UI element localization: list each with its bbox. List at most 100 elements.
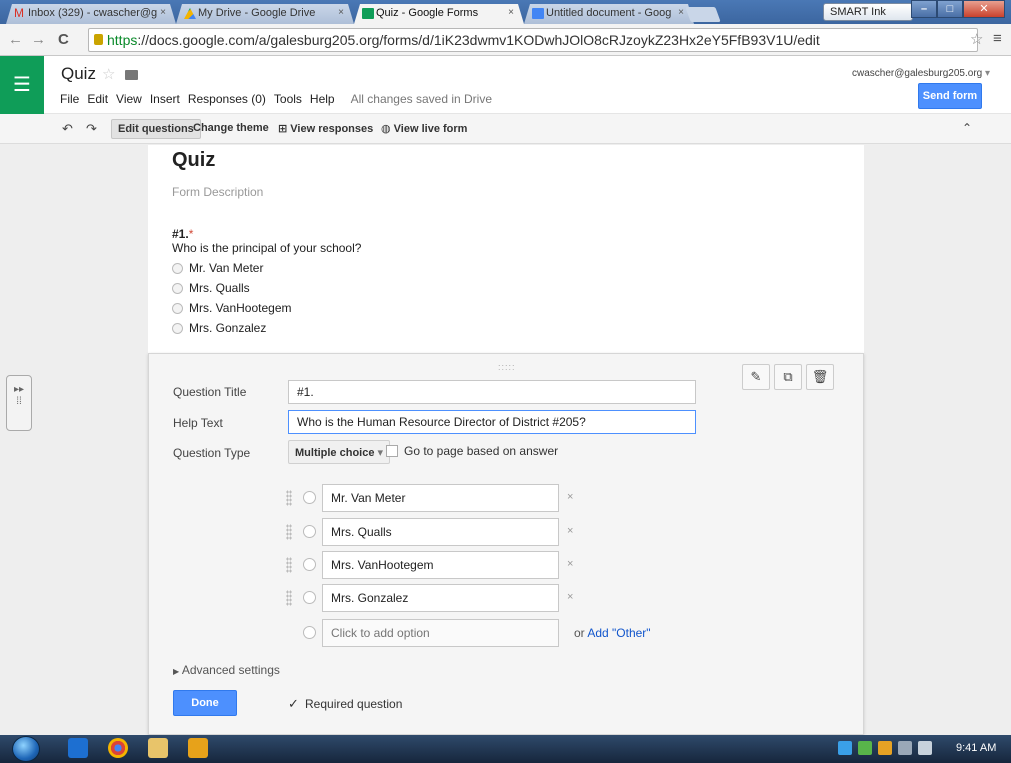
menu-edit[interactable]: Edit [87,92,108,106]
form-card: Quiz Form Description #1.* Who is the pr… [148,145,864,735]
back-icon[interactable]: ← [8,31,23,48]
drag-grip-icon[interactable] [286,490,292,506]
answer-option-input[interactable] [322,584,559,612]
menu-view[interactable]: View [116,92,142,106]
close-tab-icon[interactable]: × [508,7,514,18]
chrome-menu-icon[interactable]: ≡ [993,30,1002,47]
tray-app-icon[interactable] [878,741,892,755]
folder-icon[interactable] [125,70,138,80]
gmail-icon: M [14,6,24,20]
close-tab-icon[interactable]: × [678,7,684,18]
tab-docs[interactable]: Untitled document - Goog × [524,4,694,24]
remove-option-icon[interactable]: × [567,591,573,603]
checkmark-icon[interactable]: ✓ [288,696,301,712]
drag-grip-icon[interactable] [286,524,292,540]
go-to-page-option[interactable]: Go to page based on answer [386,444,558,458]
collapse-toolbar-icon[interactable]: ⌃ [962,121,972,135]
menu-insert[interactable]: Insert [150,92,180,106]
add-other-option: or Add "Other" [574,626,651,640]
forms-header: ☰ Quiz ☆ File Edit View Insert Responses… [0,56,1011,114]
remove-option-icon[interactable]: × [567,525,573,537]
radio-icon [303,491,316,504]
user-account[interactable]: cwascher@galesburg205.org ▾ [852,68,990,79]
delete-trash-icon[interactable]: 🗑 [806,364,834,390]
answer-option-input[interactable] [322,551,559,579]
question-editor: ::::: ✎ ⧉ 🗑 Question Title Help Text Que… [148,353,864,735]
tab-gmail[interactable]: M Inbox (329) - cwascher@g × [6,4,176,24]
radio-icon [303,558,316,571]
new-tab-button[interactable] [685,7,721,22]
done-button[interactable]: Done [173,690,237,716]
document-title[interactable]: Quiz [61,64,96,84]
smart-ink-toolbar[interactable]: SMART Ink [823,3,913,21]
globe-icon: ◍ [381,123,391,135]
bookmark-star-icon[interactable]: ☆ [970,30,983,48]
send-form-button[interactable]: Send form [918,83,982,109]
menu-responses[interactable]: Responses (0) [188,92,266,106]
drag-grip-icon[interactable] [286,557,292,573]
double-chevron-right-icon: ▸▸ [13,384,25,395]
view-responses-button[interactable]: ⊞ View responses [272,119,379,139]
add-option-input[interactable] [322,619,559,647]
menu-help[interactable]: Help [310,92,335,106]
tab-drive[interactable]: My Drive - Google Drive × [176,4,354,24]
url-field[interactable]: https://docs.google.com/a/galesburg205.o… [88,28,978,52]
drag-grip-icon[interactable] [286,590,292,606]
menu-tools[interactable]: Tools [274,92,302,106]
answer-option-input[interactable] [322,518,559,546]
volume-icon[interactable] [918,741,932,755]
tray-app-icon[interactable] [838,741,852,755]
tab-forms[interactable]: Quiz - Google Forms × [354,4,524,24]
menu-file[interactable]: File [60,92,79,106]
chrome-icon[interactable] [108,738,128,758]
form-title[interactable]: Quiz [172,149,215,172]
help-text-label: Help Text [173,416,223,430]
question-title-label: Question Title [173,385,247,399]
windows-start-icon[interactable] [12,736,40,762]
edit-pencil-icon[interactable]: ✎ [742,364,770,390]
form-description[interactable]: Form Description [172,185,263,199]
drive-icon [184,8,196,19]
radio-icon [303,626,316,639]
question-title-input[interactable] [288,380,696,404]
office-app-icon[interactable] [188,738,208,758]
star-icon[interactable]: ☆ [102,65,115,83]
drag-handle-icon[interactable]: ::::: [498,362,516,372]
internet-explorer-icon[interactable] [68,738,88,758]
grip-dots-icon: ⁞⁞ [16,396,22,407]
close-window-icon[interactable]: ✕ [963,0,1005,18]
help-text-input[interactable] [288,410,696,434]
file-explorer-icon[interactable] [148,738,168,758]
close-tab-icon[interactable]: × [338,7,344,18]
close-tab-icon[interactable]: × [160,7,166,18]
add-other-link[interactable]: Add "Other" [587,626,650,640]
preview-option: Mrs. Gonzalez [172,321,266,337]
view-live-form-button[interactable]: ◍ View live form [375,119,473,139]
forms-logo-icon[interactable]: ☰ [0,56,44,114]
go-to-page-checkbox[interactable] [386,445,398,457]
change-theme-button[interactable]: Change theme [187,119,275,139]
question-help-text: Who is the principal of your school? [172,241,362,255]
form-canvas: Quiz Form Description #1.* Who is the pr… [0,145,1011,735]
redo-icon[interactable]: ↷ [86,121,97,137]
undo-icon[interactable]: ↶ [62,121,73,137]
answer-option-input[interactable] [322,484,559,512]
minimize-icon[interactable]: – [911,0,937,18]
address-bar: ← → C https://docs.google.com/a/galesbur… [0,24,1011,56]
remove-option-icon[interactable]: × [567,558,573,570]
save-status: All changes saved in Drive [350,92,492,106]
forward-icon[interactable]: → [31,31,46,48]
side-panel-toggle[interactable]: ▸▸ ⁞⁞ [6,375,32,431]
taskbar-clock[interactable]: 9:41 AM [956,742,996,754]
advanced-settings-toggle[interactable]: ▶ Advanced settings [173,663,280,677]
tray-app-icon[interactable] [858,741,872,755]
network-icon[interactable] [898,741,912,755]
required-question-option[interactable]: ✓ Required question [288,696,402,712]
maximize-icon[interactable]: □ [937,0,963,18]
remove-option-icon[interactable]: × [567,491,573,503]
question-number: #1.* [172,227,194,241]
reload-icon[interactable]: C [58,31,69,48]
table-icon: ⊞ [278,123,288,135]
question-type-select[interactable]: Multiple choice ▾ [288,440,391,464]
duplicate-icon[interactable]: ⧉ [774,364,802,390]
